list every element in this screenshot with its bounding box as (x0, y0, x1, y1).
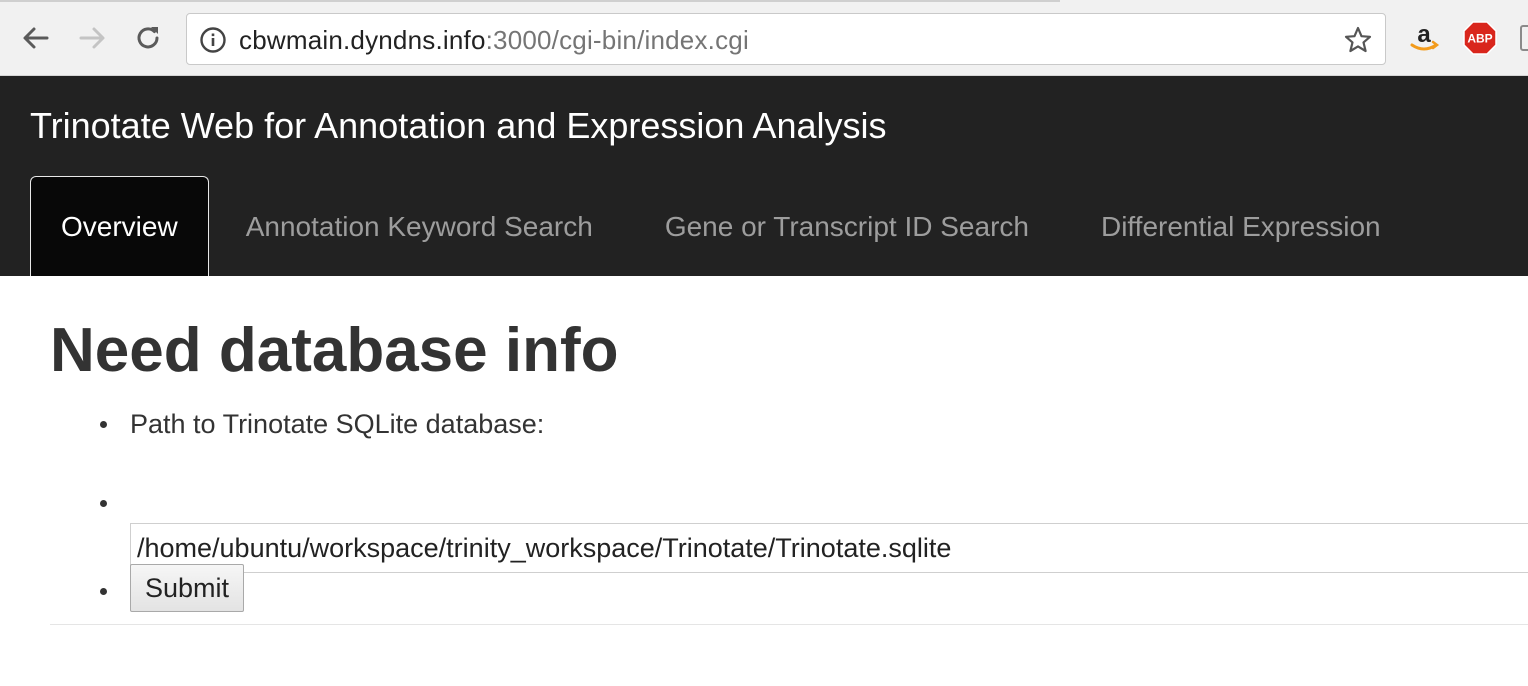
tab-label: Differential Expression (1100, 210, 1381, 242)
list-item: Submit (50, 564, 1528, 616)
back-button[interactable] (14, 16, 58, 60)
list-item (50, 444, 1528, 573)
browser-toolbar: cbwmain.dyndns.info:3000/cgi-bin/index.c… (0, 0, 1528, 76)
svg-text:ABP: ABP (1467, 32, 1492, 46)
address-bar[interactable]: cbwmain.dyndns.info:3000/cgi-bin/index.c… (186, 13, 1386, 65)
svg-text:a: a (1417, 21, 1431, 48)
reload-button[interactable] (126, 16, 170, 60)
adblock-plus-icon[interactable]: ABP (1462, 20, 1498, 56)
divider (50, 624, 1528, 625)
page-title: Need database info (50, 316, 619, 385)
tab-label: Gene or Transcript ID Search (664, 210, 1029, 242)
app-brand[interactable]: Trinotate Web for Annotation and Express… (30, 104, 887, 148)
forward-button[interactable] (70, 16, 114, 60)
tab-strip-edge (0, 0, 1060, 2)
app-navbar: Trinotate Web for Annotation and Express… (0, 76, 1528, 276)
submit-button[interactable]: Submit (130, 564, 245, 612)
info-icon[interactable] (199, 26, 227, 54)
tab-gene-or-transcript-id-search[interactable]: Gene or Transcript ID Search (630, 176, 1064, 276)
tab-annotation-keyword-search[interactable]: Annotation Keyword Search (211, 176, 628, 276)
db-path-label: Path to Trinotate SQLite database: (130, 409, 545, 439)
tab-differential-expression[interactable]: Differential Expression (1066, 176, 1416, 276)
back-arrow-icon (23, 27, 49, 49)
extension-overflow-icon[interactable] (1518, 20, 1528, 56)
url-path: :3000/cgi-bin/index.cgi (485, 25, 749, 55)
reload-icon (137, 27, 159, 49)
tab-label: Overview (61, 210, 178, 242)
forward-arrow-icon (79, 27, 105, 49)
database-form: Path to Trinotate SQLite database: Submi… (50, 404, 1528, 616)
tab-label: Annotation Keyword Search (245, 210, 593, 242)
list-item: Path to Trinotate SQLite database: (50, 404, 1528, 444)
nav-tabs: Overview Annotation Keyword Search Gene … (30, 176, 1416, 276)
bookmark-star-icon[interactable] (1343, 25, 1373, 55)
amazon-icon[interactable]: a (1406, 20, 1442, 56)
tab-overview[interactable]: Overview (30, 176, 209, 276)
url-text[interactable]: cbwmain.dyndns.info:3000/cgi-bin/index.c… (239, 24, 749, 56)
url-host: cbwmain.dyndns.info (239, 25, 486, 55)
